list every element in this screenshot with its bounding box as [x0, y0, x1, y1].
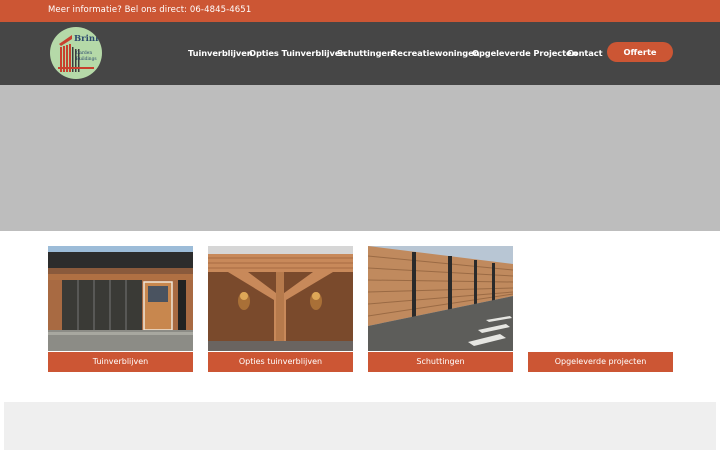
card-image-opties-tuinverblijven[interactable]	[208, 246, 353, 351]
top-info-bar: Meer informatie? Bel ons direct: 06-4845…	[0, 0, 720, 22]
hero-banner	[0, 85, 720, 231]
card-label-tuinverblijven[interactable]: Tuinverblijven	[48, 352, 193, 372]
nav-item-schuttingen[interactable]: Schuttingen	[337, 48, 393, 60]
footer-section	[4, 402, 716, 450]
card-label-opties-tuinverblijven[interactable]: Opties tuinverblijven	[208, 352, 353, 372]
nav-item-contact[interactable]: Contact	[567, 48, 603, 60]
card-label-schuttingen[interactable]: Schuttingen	[368, 352, 513, 372]
nav-item-recreatiewoningen[interactable]: Recreatiewoningen	[391, 48, 480, 60]
nav-item-opties-tuinverblijven[interactable]: Opties Tuinverblijven	[249, 48, 346, 60]
site-logo[interactable]: Brink Garden Buildings	[50, 27, 102, 79]
logo-brand-text: Brink	[74, 34, 101, 44]
contact-info-text[interactable]: Meer informatie? Bel ons direct: 06-4845…	[48, 5, 251, 15]
card-image-schuttingen[interactable]	[368, 246, 513, 351]
logo-subtitle-1: Garden	[76, 51, 93, 56]
card-image-opgeleverde-projecten[interactable]	[528, 246, 673, 351]
nav-item-tuinverblijven[interactable]: Tuinverblijven	[188, 48, 253, 60]
site-header: Brink Garden Buildings Tuinverblijven Op…	[0, 22, 720, 85]
card-image-tuinverblijven[interactable]	[48, 246, 193, 351]
logo-subtitle-2: Buildings	[76, 57, 97, 62]
card-label-opgeleverde-projecten[interactable]: Opgeleverde projecten	[528, 352, 673, 372]
nav-item-opgeleverde-projecten[interactable]: Opgeleverde Projecten	[472, 48, 577, 60]
offerte-button[interactable]: Offerte	[607, 42, 673, 62]
